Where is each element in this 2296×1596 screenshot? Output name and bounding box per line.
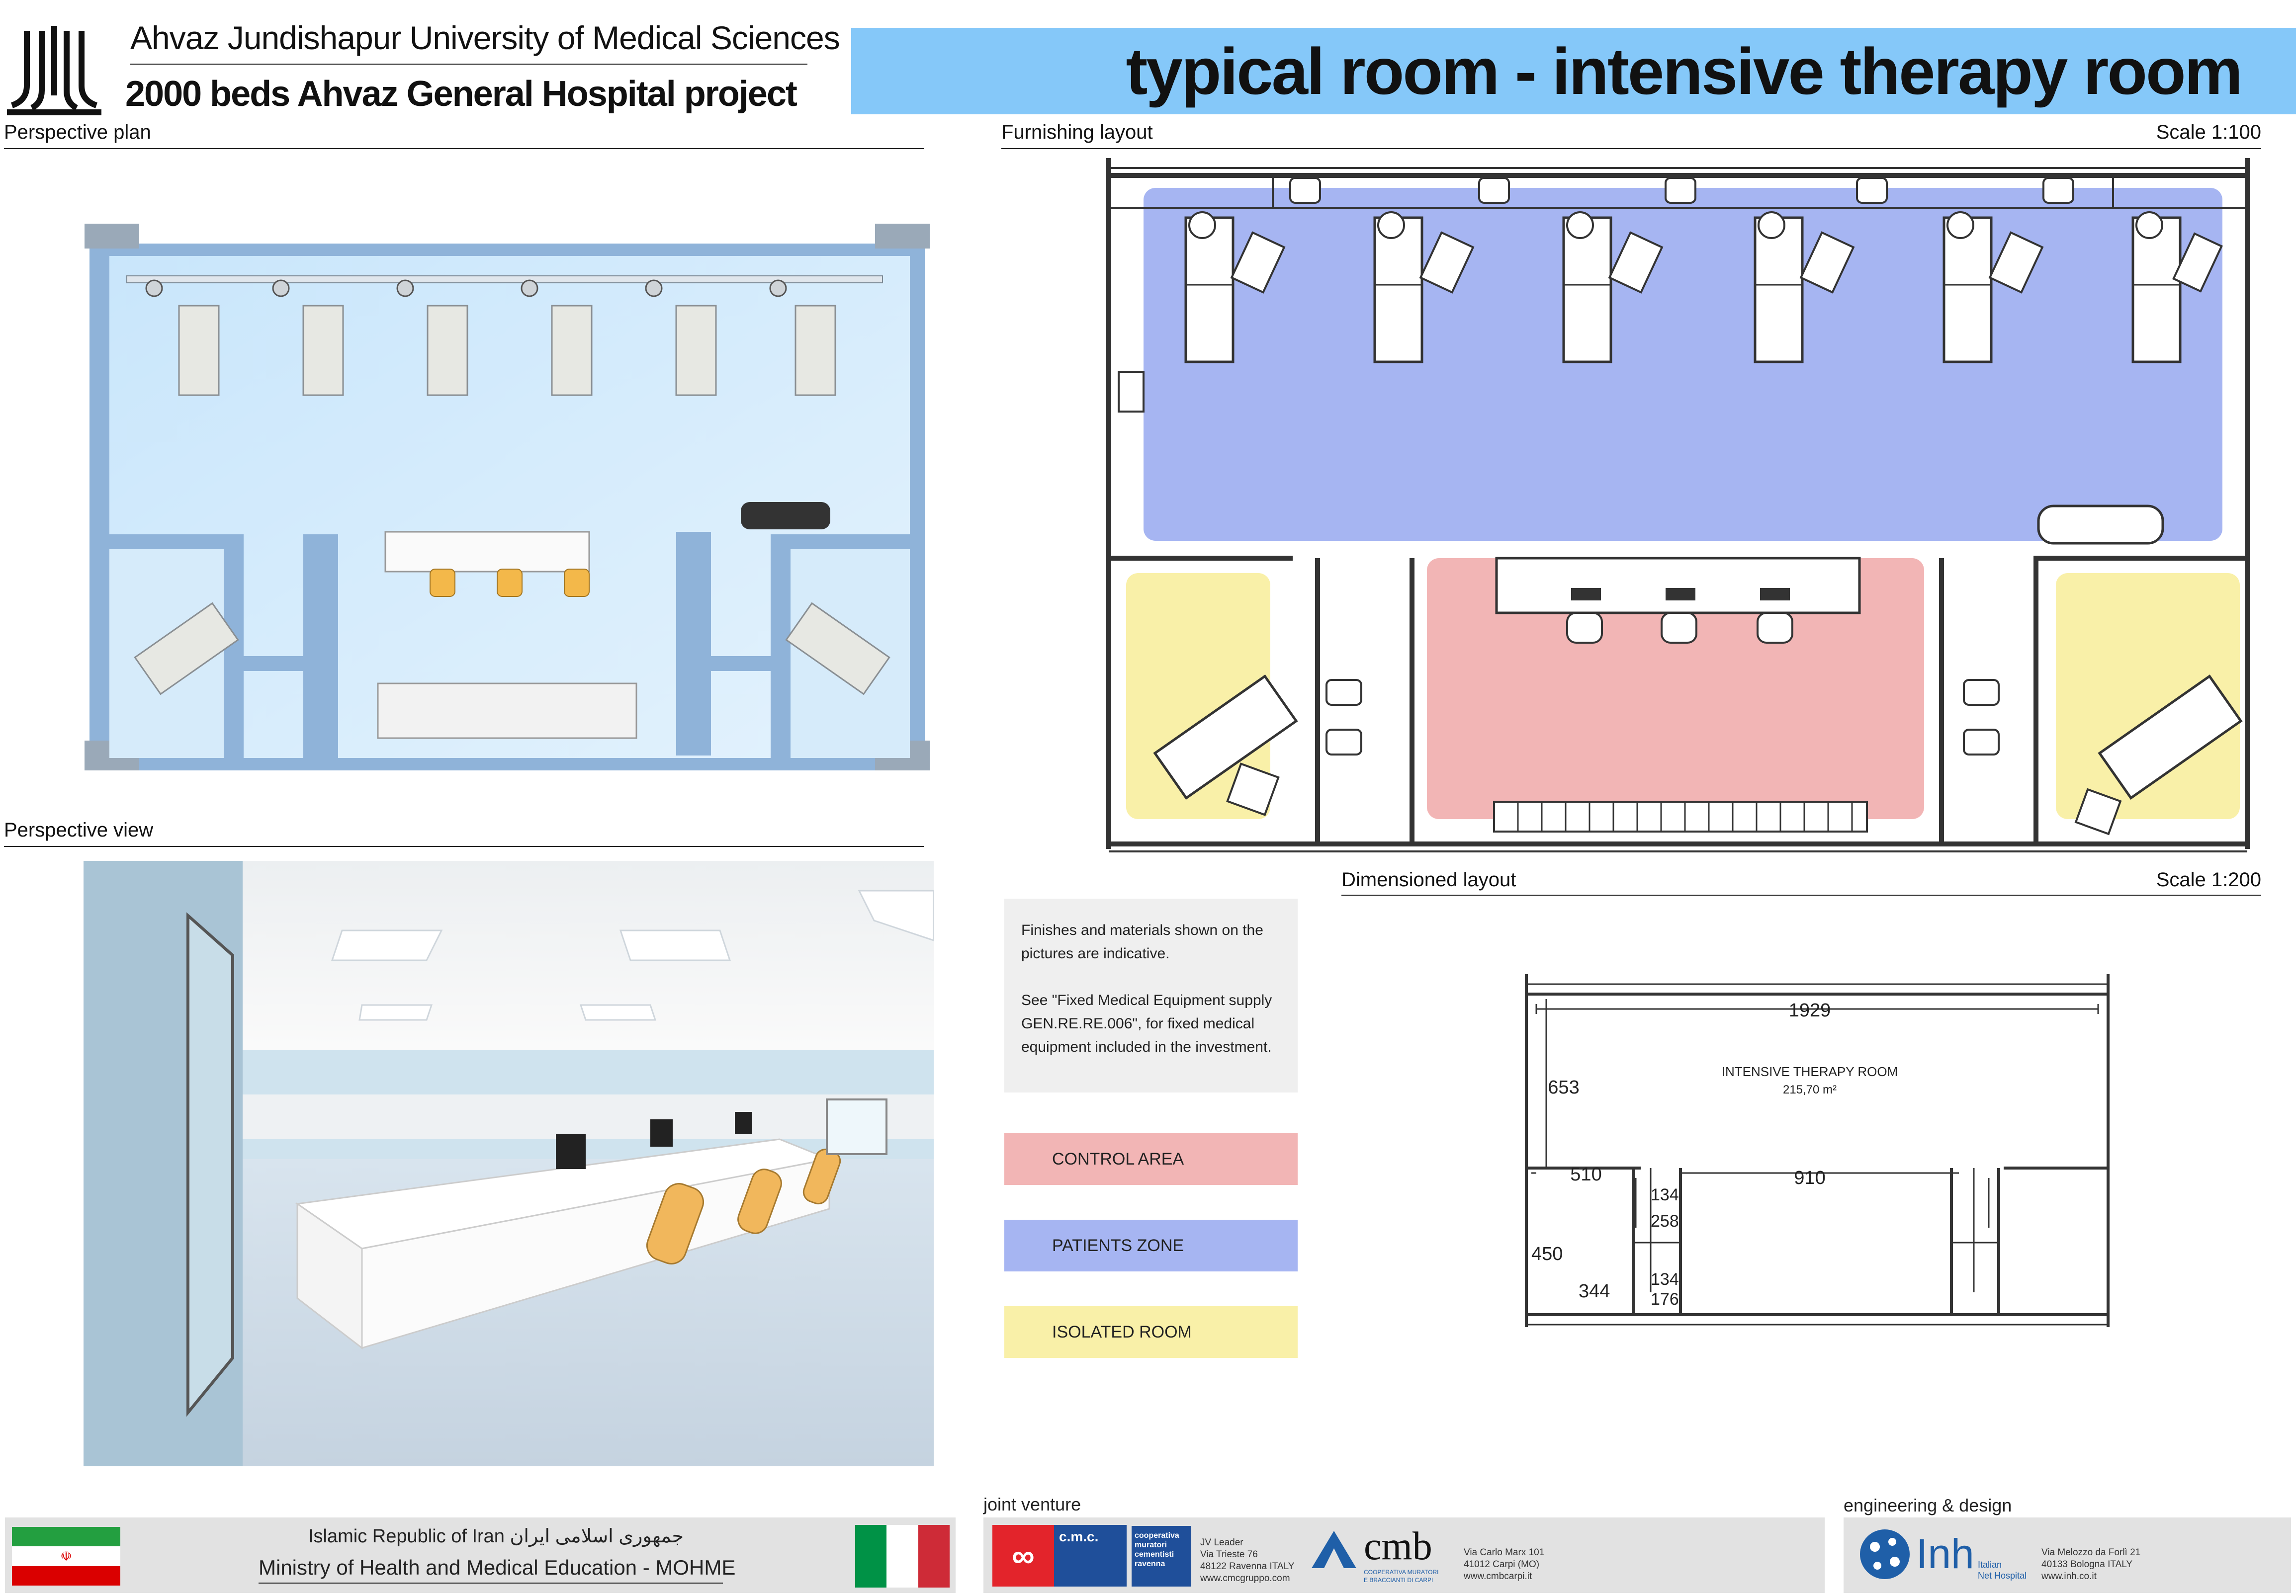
joint-venture-label: joint venture xyxy=(983,1494,1081,1514)
dimensioned-layout-label: Dimensioned layout xyxy=(1341,869,1516,891)
engineering-design-label: engineering & design xyxy=(1844,1495,2012,1515)
notes-line-4: GEN.RE.RE.006", for fixed medical xyxy=(1021,1015,1255,1032)
legend-control-label: CONTROL AREA xyxy=(1052,1149,1184,1169)
perspective-view-image xyxy=(84,861,935,1466)
perspective-plan-image xyxy=(80,219,935,775)
cmc-address: JV Leader Via Trieste 76 48122 Ravenna I… xyxy=(1200,1537,1295,1584)
dim-134-a: 134 xyxy=(1651,1185,1679,1204)
dim-134-b: 134 xyxy=(1651,1270,1679,1289)
dimensioned-scale-label: Scale 1:200 xyxy=(2156,869,2261,891)
notes-line-1: Finishes and materials shown on the xyxy=(1021,922,1263,938)
dim-450: 450 xyxy=(1531,1244,1563,1264)
dim-258: 258 xyxy=(1651,1212,1679,1231)
cmc-desc: cooperativa muratori cementisti ravenna xyxy=(1132,1526,1191,1587)
cmb-logo-text: cmb xyxy=(1364,1524,1432,1568)
notes-line-2: pictures are indicative. xyxy=(1021,945,1170,962)
dim-510: 510 xyxy=(1570,1164,1601,1185)
notes-box: Finishes and materials shown on the pict… xyxy=(1004,899,1298,1092)
university-logo xyxy=(7,21,101,116)
cmc-logo: ∞ c.m.c. xyxy=(992,1525,1127,1587)
furnishing-scale-label: Scale 1:100 xyxy=(2156,121,2261,143)
cmc-logo-text: c.m.c. xyxy=(1059,1529,1099,1544)
title-banner: typical room - intensive therapy room xyxy=(851,28,2296,114)
legend-patients-label: PATIENTS ZONE xyxy=(1052,1236,1184,1255)
iran-flag: ☫ xyxy=(12,1527,120,1586)
iran-line: Islamic Republic of Iran جمهوری اسلامی ا… xyxy=(308,1526,684,1547)
notes-line-5: equipment included in the investment. xyxy=(1021,1039,1272,1055)
ministry-line: Ministry of Health and Medical Education… xyxy=(259,1556,736,1579)
legend-control-area: CONTROL AREA xyxy=(1004,1133,1298,1185)
dim-653: 653 xyxy=(1548,1077,1579,1098)
perspective-view-label: Perspective view xyxy=(4,819,154,841)
inh-logo: Inh Italian Net Hospital xyxy=(1857,1524,2036,1587)
room-area-label: 215,70 m² xyxy=(1783,1083,1837,1096)
project-name: 2000 beds Ahvaz General Hospital project xyxy=(125,74,797,114)
inh-logo-text: Inh xyxy=(1916,1530,1974,1577)
cmb-logo: cmb COOPERATIVA MURATORI E BRACCIANTI DI… xyxy=(1307,1524,1456,1587)
perspective-plan-label: Perspective plan xyxy=(4,121,151,143)
dim-910: 910 xyxy=(1794,1168,1825,1188)
dimensioned-plan: 1929 653 510 910 134 258 450 344 134 176… xyxy=(1511,969,2128,1337)
furnishing-plan xyxy=(1089,153,2262,859)
legend-isolated-label: ISOLATED ROOM xyxy=(1052,1322,1192,1342)
notes-line-3: See "Fixed Medical Equipment supply xyxy=(1021,992,1272,1008)
dim-344: 344 xyxy=(1579,1281,1610,1302)
inh-address: Via Melozzo da Forlì 21 40133 Bologna IT… xyxy=(2041,1547,2141,1582)
dim-1929: 1929 xyxy=(1789,1000,1831,1021)
italy-flag xyxy=(855,1525,950,1588)
furnishing-layout-label: Furnishing layout xyxy=(1001,121,1153,143)
legend-patients-zone: PATIENTS ZONE xyxy=(1004,1220,1298,1271)
cmb-address: Via Carlo Marx 101 41012 Carpi (MO) www.… xyxy=(1464,1547,1545,1582)
legend-isolated-room: ISOLATED ROOM xyxy=(1004,1306,1298,1358)
dim-176: 176 xyxy=(1651,1290,1679,1309)
university-name: Ahvaz Jundishapur University of Medical … xyxy=(130,19,840,56)
room-name-label: INTENSIVE THERAPY ROOM xyxy=(1722,1064,1898,1079)
page-title: typical room - intensive therapy room xyxy=(1126,35,2243,108)
